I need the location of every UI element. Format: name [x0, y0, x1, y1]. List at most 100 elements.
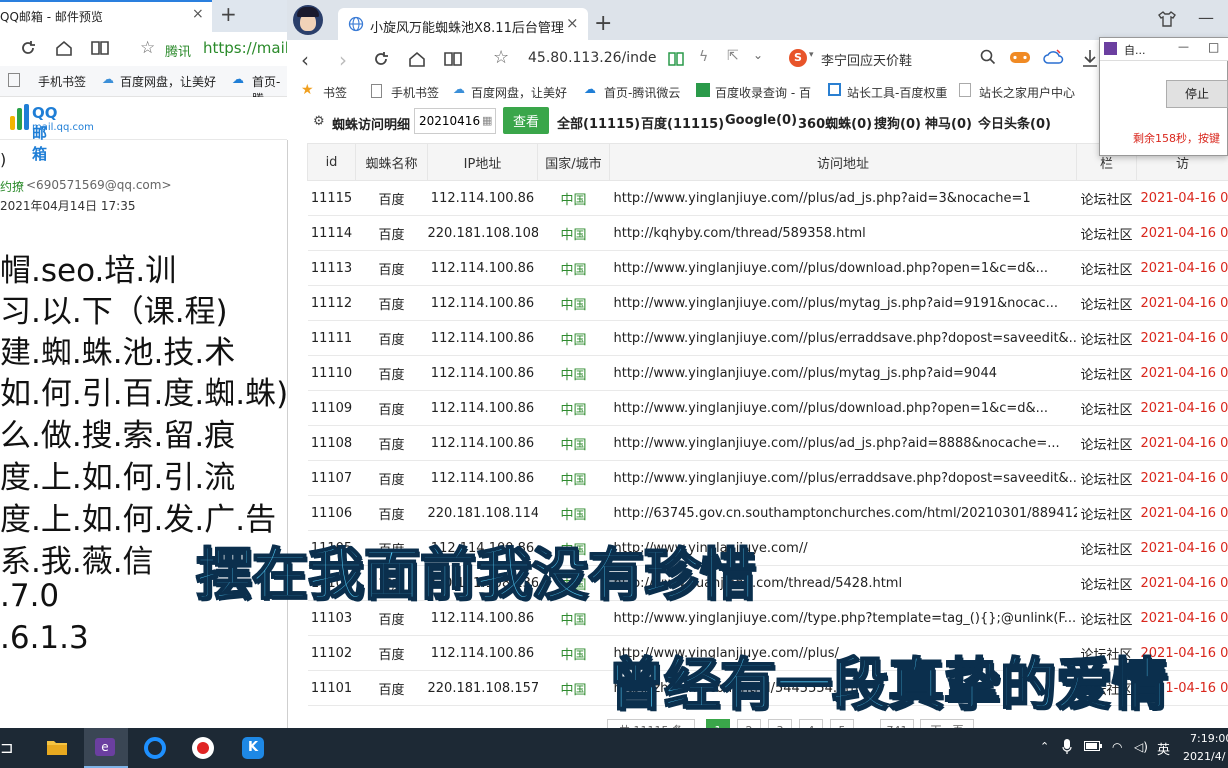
clock-time[interactable]: 7:19:00 [1190, 732, 1228, 745]
home-icon[interactable] [54, 38, 74, 58]
forward-icon[interactable]: › [339, 48, 347, 72]
cell-url[interactable]: http://www.yinglanjiuye.com//plus/ad_js.… [609, 425, 1077, 461]
download-icon[interactable] [1081, 48, 1099, 68]
bookmark-item[interactable]: 首页-腾讯微云 [604, 84, 680, 101]
table-row[interactable]: 11114 百度 220.181.108.108 中国 http://kqhyby.co… [307, 215, 1228, 251]
volume-icon[interactable]: ◁) [1134, 740, 1148, 754]
popup-minimize-icon[interactable]: — [1178, 40, 1189, 53]
table-row[interactable]: 11111 百度 112.114.100.86 中国 http://www.yingla… [307, 320, 1228, 356]
chevron-down-icon[interactable]: ⌄ [753, 48, 763, 62]
taskbar-k-app[interactable]: K [232, 728, 276, 768]
filter-360[interactable]: 360蜘蛛(0) [798, 113, 872, 132]
reload-icon[interactable] [18, 38, 38, 58]
taskbar-browser[interactable] [134, 728, 178, 768]
favorite-star-icon[interactable]: ☆ [493, 47, 509, 68]
popup-maximize-icon[interactable]: □ [1208, 40, 1219, 54]
col-header-url[interactable]: 访问地址 [609, 143, 1077, 181]
taskbar-app-active[interactable]: e [84, 728, 128, 768]
share-icon[interactable]: ⇱ [727, 48, 739, 64]
microphone-icon[interactable] [1062, 739, 1072, 755]
cell-url[interactable]: http://www.yinglanjiuye.com//plus/downlo… [609, 390, 1077, 426]
taskbar-file-explorer[interactable] [36, 728, 80, 768]
sender-name[interactable]: 约撩 [0, 178, 24, 195]
home-icon[interactable] [407, 49, 427, 69]
col-header-id[interactable]: id [307, 143, 356, 181]
table-row[interactable]: 11110 百度 112.114.100.86 中国 http://www.yingla… [307, 355, 1228, 391]
task-view-icon[interactable]: ⊐ [0, 738, 13, 757]
avatar[interactable] [293, 5, 323, 35]
reader-icon[interactable] [90, 38, 110, 58]
cell-ip: 112.114.100.86 [427, 285, 538, 321]
bookmark-item[interactable]: 站长之家用户中心 [979, 84, 1075, 101]
cell-url[interactable]: http://63745.gov.cn.southamptonchurches.… [609, 495, 1077, 531]
back-icon[interactable]: ‹ [301, 48, 309, 72]
bookmark-item[interactable]: 手机书签 [391, 84, 439, 101]
right-new-tab-button[interactable]: + [594, 11, 612, 36]
filter-baidu[interactable]: 百度(11115) [641, 113, 724, 132]
filter-all[interactable]: 全部(11115) [557, 113, 640, 132]
tshirt-skin-icon[interactable] [1158, 10, 1176, 28]
col-header-country[interactable]: 国家/城市 [537, 143, 610, 181]
filter-toutiao[interactable]: 今日头条(0) [978, 113, 1051, 132]
left-tab-qqmail[interactable]: QQ邮箱 - 邮件预览 × [0, 0, 212, 32]
left-address-url[interactable]: https://mail.q [203, 39, 287, 57]
filter-shenma[interactable]: 神马(0) [925, 113, 972, 132]
bookmark-item[interactable]: 百度网盘，让美好 [120, 73, 216, 90]
cell-time: 2021-04-16 07 [1136, 425, 1228, 461]
weather-cloud-icon[interactable] [1043, 48, 1065, 66]
search-box-text[interactable]: 李宁回应天价鞋 [821, 50, 912, 69]
search-engine-dropdown-icon[interactable]: ▾ [809, 50, 814, 60]
search-button[interactable]: 查看 [503, 107, 549, 134]
left-new-tab-button[interactable]: + [220, 2, 237, 26]
left-tab-close-icon[interactable]: × [192, 6, 204, 22]
bookmark-item[interactable]: 百度收录查询 - 百 [715, 84, 811, 101]
mail-body-line: .7.0 [0, 578, 60, 614]
ime-indicator[interactable]: 英 [1157, 739, 1170, 758]
bookmark-item[interactable]: 百度网盘，让美好 [471, 84, 567, 101]
tray-expand-icon[interactable]: ⌃ [1040, 740, 1049, 753]
table-row[interactable]: 11108 百度 112.114.100.86 中国 http://www.yingla… [307, 425, 1228, 461]
book-icon[interactable] [667, 50, 685, 68]
table-row[interactable]: 11107 百度 112.114.100.86 中国 http://www.yingla… [307, 460, 1228, 496]
right-address-url[interactable]: 45.80.113.26/inde [528, 50, 657, 66]
table-row[interactable]: 11115 百度 112.114.100.86 中国 http://www.yingla… [307, 180, 1228, 216]
filter-google[interactable]: Google(0) [725, 113, 797, 128]
bookmark-item[interactable]: 书签 [323, 84, 347, 101]
cell-url[interactable]: http://www.yinglanjiuye.com//plus/mytag_… [609, 355, 1077, 391]
bookmark-item[interactable]: 手机书签 [38, 73, 86, 90]
calendar-icon[interactable]: ▦ [482, 114, 492, 127]
filter-sogou[interactable]: 搜狗(0) [874, 113, 921, 132]
search-icon[interactable] [980, 49, 996, 65]
col-header-spider-name[interactable]: 蜘蛛名称 [355, 143, 428, 181]
cell-url[interactable]: http://www.yinglanjiuye.com//plus/erradd… [609, 460, 1077, 496]
bookmark-item[interactable]: 站长工具-百度权重 [847, 84, 947, 101]
battery-icon[interactable] [1084, 740, 1102, 752]
favorite-star-icon[interactable]: ☆ [140, 38, 155, 58]
reload-icon[interactable] [371, 49, 391, 69]
cell-url[interactable]: http://kqhyby.com/thread/589358.html [609, 215, 1077, 251]
cell-url[interactable]: http://www.yinglanjiuye.com//plus/erradd… [609, 320, 1077, 356]
chinaz-tool-icon [828, 83, 841, 96]
col-header-ip[interactable]: IP地址 [427, 143, 538, 181]
search-engine-icon[interactable]: S [789, 49, 807, 67]
cell-url[interactable]: http://www.yinglanjiuye.com//plus/downlo… [609, 250, 1077, 286]
cell-country: 中国 [537, 425, 610, 461]
right-tab-spider-pool[interactable]: 小旋风万能蜘蛛池X8.11后台管理 × [338, 8, 588, 40]
bolt-icon[interactable]: ϟ [699, 49, 708, 65]
right-tab-close-icon[interactable]: × [566, 14, 579, 32]
reader-icon[interactable] [443, 49, 463, 69]
taskbar-recorder[interactable] [182, 728, 226, 768]
cell-country: 中国 [537, 285, 610, 321]
stop-button[interactable]: 停止 [1166, 80, 1228, 108]
wifi-icon[interactable]: ◠ [1112, 740, 1122, 754]
table-row[interactable]: 11109 百度 112.114.100.86 中国 http://www.yingla… [307, 390, 1228, 426]
table-row[interactable]: 11113 百度 112.114.100.86 中国 http://www.yingla… [307, 250, 1228, 286]
mail-body-line: 度.上.如.何.引.流 [0, 460, 236, 496]
window-minimize-icon[interactable]: — [1198, 8, 1214, 27]
table-row[interactable]: 11106 百度 220.181.108.114 中国 http://63745.gov… [307, 495, 1228, 531]
cell-url[interactable]: http://www.yinglanjiuye.com//plus/mytag_… [609, 285, 1077, 321]
cell-url[interactable]: http://www.yinglanjiuye.com//plus/ad_js.… [609, 180, 1077, 216]
table-row[interactable]: 11112 百度 112.114.100.86 中国 http://www.yingla… [307, 285, 1228, 321]
game-controller-icon[interactable] [1009, 48, 1031, 66]
clock-date[interactable]: 2021/4/ [1183, 750, 1225, 763]
